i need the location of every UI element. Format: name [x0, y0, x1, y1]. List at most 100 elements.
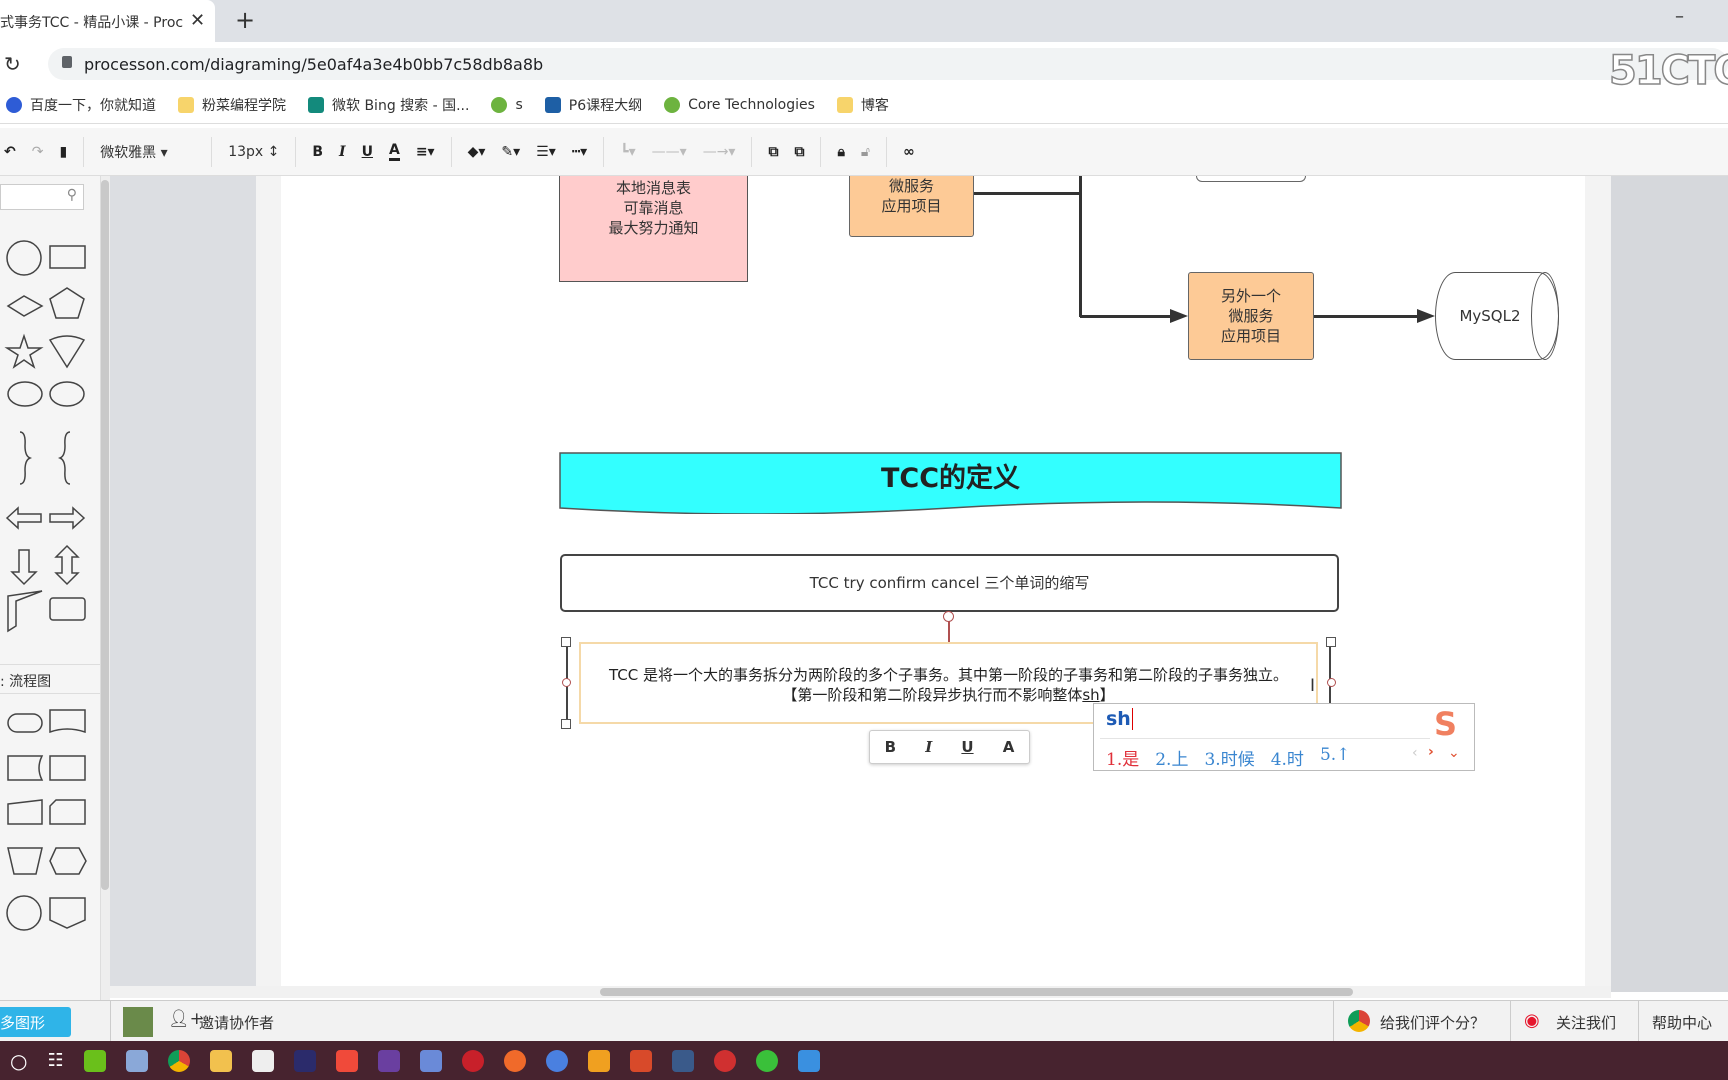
font-value: 微软雅黑 — [100, 144, 157, 161]
undo-icon[interactable]: ↶ — [4, 144, 16, 160]
browser-icon[interactable] — [545, 1049, 568, 1072]
shape-search-input[interactable]: ⚲ — [0, 184, 84, 210]
help-center-button[interactable]: 帮助中心 — [1652, 1012, 1712, 1033]
connector-line[interactable] — [974, 192, 1081, 195]
expand-icon[interactable]: ⌄ — [1448, 745, 1460, 761]
redo-icon[interactable]: ↷ — [32, 144, 44, 160]
line-color-icon[interactable]: ✎▾ — [501, 144, 520, 160]
resize-handle[interactable] — [1327, 678, 1336, 687]
service-box[interactable]: 另外一个 微服务 应用项目 — [1188, 272, 1314, 360]
font-size-select[interactable]: 13px ↕ — [228, 144, 279, 160]
intellij-icon[interactable] — [293, 1049, 316, 1072]
line-style-icon[interactable]: ┅▾ — [572, 144, 587, 160]
reload-icon[interactable]: ↻ — [4, 52, 21, 76]
resize-handle[interactable] — [561, 637, 571, 647]
horizontal-scrollbar-thumb[interactable] — [600, 988, 1353, 996]
resize-handle[interactable] — [1326, 637, 1336, 647]
follow-us-button[interactable]: 关注我们 — [1556, 1012, 1616, 1033]
bookmark-label: 博客 — [860, 97, 889, 114]
connector-line[interactable] — [1079, 176, 1082, 317]
rotate-handle[interactable] — [943, 611, 954, 622]
bold-button[interactable]: B — [312, 144, 323, 160]
definition-box[interactable]: TCC try confirm cancel 三个单词的缩写 — [560, 554, 1339, 612]
intellij-icon[interactable] — [377, 1049, 400, 1072]
powerpoint-icon[interactable] — [629, 1049, 652, 1072]
unlock-icon[interactable]: 🔓︎ — [861, 144, 870, 160]
underline-button[interactable]: U — [961, 738, 973, 756]
bookmark[interactable]: 博客 — [836, 95, 889, 115]
underline-button[interactable]: U — [362, 144, 373, 160]
browser-tab[interactable]: 式事务TCC - 精品小课 - Proc ✕ — [0, 0, 215, 42]
bold-button[interactable]: B — [885, 738, 896, 756]
service-box[interactable]: 微服务 应用项目 — [849, 176, 974, 237]
connector-line[interactable] — [1080, 315, 1176, 318]
basic-shapes[interactable] — [0, 236, 100, 796]
align-icon[interactable]: ≡▾ — [416, 144, 435, 160]
cortana-icon[interactable]: ○ — [10, 1049, 27, 1073]
app-icon[interactable] — [587, 1049, 610, 1072]
postman-icon[interactable] — [503, 1049, 526, 1072]
app-icon[interactable] — [125, 1049, 148, 1072]
typora-icon[interactable] — [251, 1049, 274, 1072]
ime-candidate[interactable]: 2.上 — [1155, 745, 1188, 770]
pink-note-box[interactable]: 本地消息表 可靠消息 最大努力通知 — [559, 176, 748, 282]
new-tab-button[interactable]: + — [235, 6, 255, 34]
bring-front-icon[interactable]: ⧉ — [768, 144, 778, 160]
camtasia-icon[interactable] — [83, 1049, 106, 1072]
lock-icon[interactable]: 🔒︎ — [837, 144, 844, 160]
app-icon[interactable] — [797, 1049, 820, 1072]
app-icon[interactable] — [713, 1049, 736, 1072]
font-color-button[interactable]: A — [1003, 738, 1015, 756]
database-cylinder[interactable]: MySQL2 — [1435, 271, 1559, 360]
wechat-icon[interactable] — [755, 1049, 778, 1072]
bookmark[interactable]: P6课程大纲 — [544, 95, 642, 115]
app-icon[interactable] — [671, 1049, 694, 1072]
format-painter-icon[interactable]: ▮ — [59, 144, 67, 160]
next-page-icon[interactable]: › — [1428, 744, 1434, 760]
flowchart-section-header[interactable]: : 流程图 — [0, 664, 100, 694]
link-icon[interactable]: ∞ — [903, 144, 915, 160]
file-explorer-icon[interactable] — [209, 1049, 232, 1072]
bookmark[interactable]: s — [491, 96, 523, 113]
rate-us-button[interactable]: 给我们评个分？ — [1380, 1012, 1485, 1033]
font-color-button[interactable]: A — [388, 142, 400, 161]
network-icon[interactable] — [419, 1049, 442, 1072]
ime-candidate[interactable]: 5.↑ — [1320, 745, 1350, 770]
invite-collaborator-button[interactable]: 邀请协作者 — [199, 1012, 274, 1033]
avatar[interactable] — [123, 1007, 153, 1037]
flowchart-shapes[interactable] — [0, 796, 100, 996]
ime-candidate[interactable]: 4.时 — [1271, 745, 1304, 770]
redis-icon[interactable] — [461, 1049, 484, 1072]
prev-page-icon[interactable]: ‹ — [1412, 745, 1418, 761]
italic-button[interactable]: I — [925, 738, 932, 756]
resize-handle[interactable] — [562, 678, 571, 687]
camtasia-recorder-icon[interactable] — [335, 1049, 358, 1072]
connector-type-icon[interactable]: ┗▾ — [620, 144, 635, 160]
ime-candidate[interactable]: 1.是 — [1106, 745, 1139, 770]
fill-color-icon[interactable]: ◆▾ — [468, 144, 486, 160]
line-type-icon[interactable]: ——▾ — [652, 144, 687, 160]
line-width-icon[interactable]: ☰▾ — [536, 144, 556, 160]
bookmark[interactable]: 微软 Bing 搜索 - 国... — [308, 95, 469, 115]
bookmark[interactable]: 百度一下，你就知道 — [6, 95, 156, 115]
minimize-button[interactable]: – — [1675, 6, 1684, 27]
bookmark[interactable]: 粉菜编程学院 — [178, 95, 286, 115]
arrow-type-icon[interactable]: —→▾ — [703, 144, 736, 160]
bookmark[interactable]: Core Technologies — [664, 96, 815, 113]
chrome-icon[interactable] — [167, 1049, 190, 1072]
bracket-end: 】 — [1099, 686, 1115, 704]
partial-db-shape[interactable] — [1196, 176, 1306, 182]
url-input[interactable]: processon.com/diagraming/5e0af4a3e4b0bb7… — [48, 48, 1728, 80]
resize-handle[interactable] — [561, 719, 571, 729]
italic-button[interactable]: I — [339, 144, 346, 160]
bottom-bar: 多图形 👤︎+ 邀请协作者 给我们评个分？ ◉ 关注我们 帮助中心 — [0, 1000, 1728, 1042]
font-select[interactable]: 微软雅黑 ▾ — [100, 142, 195, 162]
connector-line[interactable] — [1314, 315, 1419, 318]
close-tab-icon[interactable]: ✕ — [190, 10, 205, 31]
sogou-logo-icon: S — [1434, 705, 1458, 743]
ime-candidate[interactable]: 3.时候 — [1204, 745, 1254, 770]
send-back-icon[interactable]: ⧉ — [794, 144, 804, 160]
task-view-icon[interactable]: ☷ — [47, 1050, 63, 1071]
panel-scrollbar-thumb[interactable] — [101, 180, 109, 890]
more-shapes-button[interactable]: 多图形 — [0, 1007, 71, 1037]
